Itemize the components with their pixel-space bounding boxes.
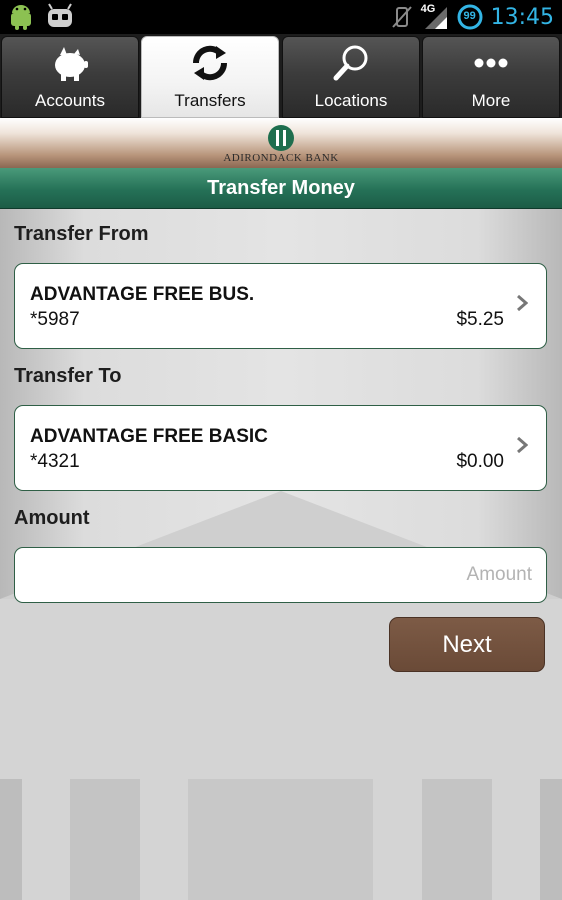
cyanogen-mascot-icon — [48, 3, 72, 27]
tab-transfers[interactable]: Transfers — [141, 36, 279, 118]
next-button[interactable]: Next — [389, 617, 545, 672]
transfer-from-label: Transfer From — [14, 223, 149, 245]
signal-strength-icon: 4G — [421, 3, 449, 31]
android-robot-icon — [11, 5, 31, 30]
to-account-name: ADVANTAGE FREE BASIC — [30, 426, 268, 447]
chevron-right-icon — [517, 436, 528, 454]
tab-label: Accounts — [35, 91, 105, 110]
status-bar: 4G 99 13:45 — [0, 0, 562, 34]
tab-accounts[interactable]: Accounts — [1, 36, 139, 118]
to-account-number: *4321 — [30, 451, 80, 472]
magnifier-icon — [333, 45, 368, 81]
tab-label: More — [471, 91, 511, 110]
tab-label: Locations — [314, 91, 388, 110]
transfer-form: Transfer From ADVANTAGE FREE BUS. *5987 … — [0, 209, 562, 900]
to-account-balance: $0.00 — [456, 451, 504, 472]
tab-more[interactable]: More — [422, 36, 560, 118]
tab-bar: Accounts Transfers Locations More — [0, 34, 562, 118]
chevron-right-icon — [517, 294, 528, 312]
from-account-number: *5987 — [30, 309, 80, 330]
amount-input[interactable] — [14, 547, 547, 603]
tab-locations[interactable]: Locations — [282, 36, 420, 118]
to-account-selector[interactable]: ADVANTAGE FREE BASIC *4321 $0.00 — [14, 405, 547, 491]
battery-badge: 99 — [457, 4, 483, 30]
tab-label: Transfers — [174, 91, 246, 110]
bank-logo-icon — [268, 125, 294, 151]
status-time: 13:45 — [490, 4, 554, 30]
from-account-balance: $5.25 — [456, 309, 504, 330]
more-dots-icon — [474, 58, 508, 68]
refresh-arrows-icon — [192, 45, 228, 81]
brand-name: ADIRONDACK BANK — [223, 152, 339, 164]
vibrate-mute-icon — [391, 6, 412, 28]
transfer-to-label: Transfer To — [14, 365, 122, 387]
page-title: Transfer Money — [0, 168, 562, 209]
amount-label: Amount — [14, 507, 90, 529]
piggy-bank-icon — [55, 47, 88, 81]
brand-banner: ADIRONDACK BANK — [0, 118, 562, 169]
from-account-name: ADVANTAGE FREE BUS. — [30, 284, 255, 305]
from-account-selector[interactable]: ADVANTAGE FREE BUS. *5987 $5.25 — [14, 263, 547, 349]
battery-level: 99 — [463, 10, 476, 22]
